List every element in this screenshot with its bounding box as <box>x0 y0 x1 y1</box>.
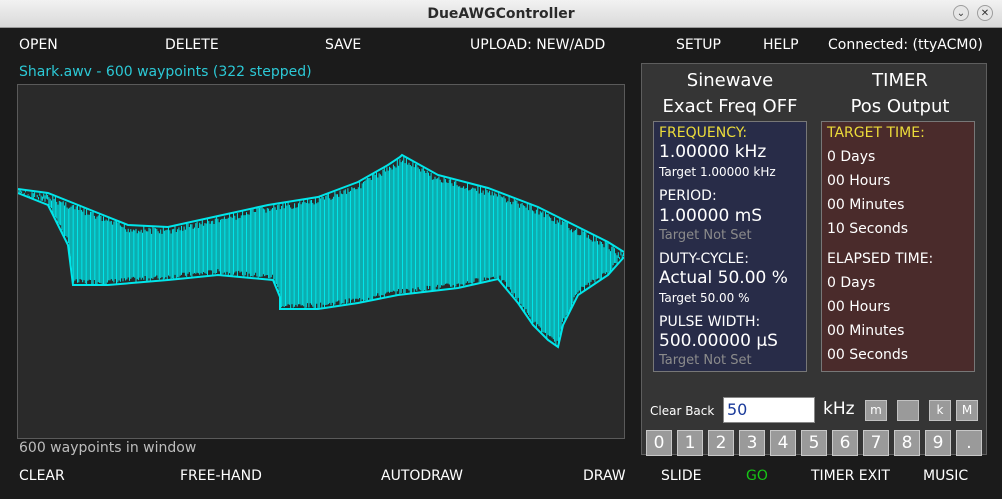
digit-4-button[interactable]: 4 <box>770 430 796 456</box>
digit-8-button[interactable]: 8 <box>894 430 920 456</box>
mega-button[interactable]: M <box>956 400 978 421</box>
minimize-icon[interactable]: ⌄ <box>953 5 969 21</box>
timer-title[interactable]: TIMER <box>812 70 988 91</box>
period-target: Target Not Set <box>659 228 752 243</box>
bottom-toolbar: CLEAR FREE-HAND AUTODRAW DRAW SLIDE GO T… <box>0 466 1002 490</box>
waveform-trace <box>18 153 624 349</box>
waveform-graph <box>18 153 624 349</box>
duty-cycle-target: Target 50.00 % <box>659 291 750 305</box>
waveform-canvas[interactable] <box>17 84 625 439</box>
unit-label: kHz <box>823 399 855 419</box>
go-button[interactable]: GO <box>746 468 768 484</box>
menu-bar: OPEN DELETE SAVE UPLOAD: NEW/ADD SETUP H… <box>0 28 1002 62</box>
elapsed-minutes: 00 Minutes <box>827 323 905 339</box>
elapsed-days: 0 Days <box>827 275 876 291</box>
duty-cycle-label: DUTY-CYCLE: <box>659 251 749 267</box>
frequency-target: Target 1.00000 kHz <box>659 165 776 179</box>
value-input[interactable]: 50 <box>723 397 815 423</box>
delete-menu[interactable]: DELETE <box>165 37 219 53</box>
music-button[interactable]: MUSIC <box>923 468 968 484</box>
pulse-width-label: PULSE WIDTH: <box>659 314 761 330</box>
title-bar: DueAWGController ⌄ ✕ <box>0 0 1002 28</box>
waveform-name: Sinewave <box>686 70 774 91</box>
target-seconds: 10 Seconds <box>827 221 909 237</box>
pulse-width-value: 500.00000 µS <box>659 331 778 351</box>
digit-3-button[interactable]: 3 <box>739 430 765 456</box>
help-menu[interactable]: HELP <box>763 37 799 53</box>
target-time-label: TARGET TIME: <box>827 125 925 141</box>
upload-menu[interactable]: UPLOAD: NEW/ADD <box>470 37 605 53</box>
period-label: PERIOD: <box>659 188 717 204</box>
elapsed-hours: 00 Hours <box>827 299 891 315</box>
draw-button[interactable]: DRAW <box>583 468 626 484</box>
digit-2-button[interactable]: 2 <box>708 430 734 456</box>
digit-5-button[interactable]: 5 <box>801 430 827 456</box>
decimal-point-button[interactable]: . <box>956 430 982 456</box>
digit-6-button[interactable]: 6 <box>832 430 858 456</box>
duty-cycle-value: Actual 50.00 % <box>659 268 788 288</box>
open-menu[interactable]: OPEN <box>19 37 58 53</box>
frequency-label: FREQUENCY: <box>659 125 748 141</box>
slide-button[interactable]: SLIDE <box>661 468 701 484</box>
milli-button[interactable]: m <box>865 400 887 421</box>
timer-exit-button[interactable]: TIMER EXIT <box>811 468 890 484</box>
digit-0-button[interactable]: 0 <box>646 430 672 456</box>
digit-9-button[interactable]: 9 <box>925 430 951 456</box>
target-minutes: 00 Minutes <box>827 197 905 213</box>
setup-menu[interactable]: SETUP <box>676 37 721 53</box>
waveform-strokes <box>18 156 624 346</box>
exact-freq-toggle[interactable]: Exact Freq OFF <box>642 96 818 117</box>
digit-1-button[interactable]: 1 <box>677 430 703 456</box>
frequency-box[interactable]: FREQUENCY: 1.00000 kHz Target 1.00000 kH… <box>653 121 807 372</box>
target-hours: 00 Hours <box>827 173 891 189</box>
kilo-button[interactable]: k <box>929 400 951 421</box>
waveform-file-title: Shark.awv - 600 waypoints (322 stepped) <box>19 64 312 80</box>
free-hand-button[interactable]: FREE-HAND <box>180 468 262 484</box>
clear-back-button[interactable]: Clear Back <box>650 404 714 418</box>
period-value: 1.00000 mS <box>659 206 763 226</box>
elapsed-time-label: ELAPSED TIME: <box>827 251 934 267</box>
save-menu[interactable]: SAVE <box>325 37 361 53</box>
frequency-value: 1.00000 kHz <box>659 142 767 162</box>
clear-button[interactable]: CLEAR <box>19 468 65 484</box>
autodraw-button[interactable]: AUTODRAW <box>381 468 463 484</box>
output-polarity[interactable]: Pos Output <box>812 96 988 117</box>
target-days: 0 Days <box>827 149 876 165</box>
waypoint-count: 600 waypoints in window <box>19 440 197 456</box>
close-icon[interactable]: ✕ <box>977 5 993 21</box>
timer-box[interactable]: TARGET TIME: 0 Days 00 Hours 00 Minutes … <box>821 121 975 372</box>
elapsed-seconds: 00 Seconds <box>827 347 909 363</box>
digit-7-button[interactable]: 7 <box>863 430 889 456</box>
status-panel: Sinewave Exact Freq OFF TIMER Pos Output… <box>641 63 988 456</box>
unity-button[interactable] <box>897 400 919 421</box>
window-title: DueAWGController <box>427 6 575 22</box>
connection-status: Connected: (ttyACM0) <box>828 37 983 53</box>
pulse-width-target: Target Not Set <box>659 353 752 368</box>
